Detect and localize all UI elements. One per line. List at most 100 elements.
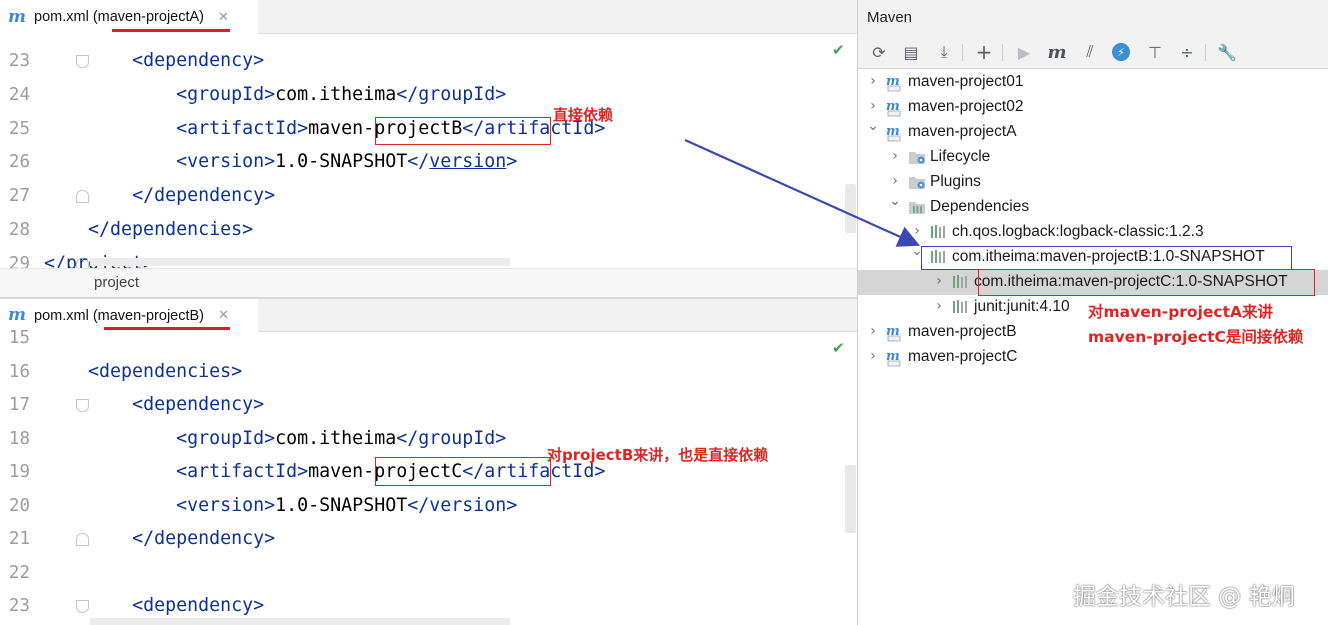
maven-title: Maven (867, 9, 913, 26)
editor-tab-bar: m pom.xml (maven-projectA) ✕ (0, 0, 857, 34)
maven-file-icon: m (8, 305, 26, 325)
horizontal-scrollbar[interactable] (90, 258, 510, 266)
maven-file-icon: m (8, 6, 26, 27)
xml-tag-token: <groupId> (176, 427, 276, 449)
code-line: <groupId>com.itheima</groupId> (44, 428, 506, 449)
chevron-right-icon[interactable]: › (866, 348, 880, 364)
xml-tag-token: <dependency> (132, 595, 265, 616)
editor-pane-project-b[interactable]: m pom.xml (maven-projectB) ✕ 15 16 <depen… (0, 299, 857, 625)
tree-node[interactable]: › ch.qos.logback:logback-classic:1.2.3 (858, 220, 1328, 245)
tree-node-label: Lifecycle (930, 148, 991, 165)
chevron-right-icon[interactable]: › (910, 223, 924, 239)
xml-tag-token: </ (407, 151, 430, 173)
close-tab-icon[interactable]: ✕ (218, 308, 229, 323)
maven-tool-window[interactable]: Maven ⟳ ▤ ⤓ + ▶ m ⫽ ⚡ ⊤ ÷ 🔧 › m maven-project01 › m mav… (857, 0, 1328, 625)
vertical-scrollbar[interactable] (845, 184, 856, 233)
chevron-right-icon[interactable]: › (932, 273, 946, 289)
inspection-ok-icon[interactable]: ✔ (832, 339, 845, 357)
reload-icon[interactable]: ⟳ (868, 41, 890, 63)
execute-goal-icon[interactable]: m (1046, 41, 1068, 63)
plus-icon[interactable]: + (973, 40, 995, 64)
xml-tag-token: version (429, 151, 507, 173)
chevron-right-icon[interactable]: › (932, 298, 946, 314)
tree-node[interactable]: › Lifecycle (858, 145, 1328, 170)
library-icon (952, 299, 968, 318)
maven-toolbar: ⟳ ▤ ⤓ + ▶ m ⫽ ⚡ ⊤ ÷ 🔧 (858, 35, 1328, 69)
maven-module-icon: m (886, 99, 902, 121)
maven-module-icon: m (886, 74, 902, 96)
inspection-ok-icon[interactable]: ✔ (832, 41, 845, 59)
highlight-box-project-c (375, 457, 551, 486)
line-number: 16 (8, 361, 30, 382)
chevron-right-icon[interactable]: › (888, 173, 902, 189)
run-icon[interactable]: ▶ (1013, 41, 1035, 63)
line-number: 15 (8, 328, 30, 348)
xml-tag-token: < (132, 50, 144, 71)
toolbar-separator (1205, 44, 1206, 61)
xml-tag-token: <groupId> (176, 83, 276, 105)
tree-node-label: ch.qos.logback:logback-classic:1.2.3 (952, 223, 1204, 240)
line-number: 27 (8, 186, 30, 207)
toolbar-separator (1002, 44, 1003, 61)
lifecycle-folder-icon (908, 149, 926, 169)
breadcrumb-item-project[interactable]: project (94, 274, 139, 291)
xml-tag-token: </dependencies> (88, 219, 254, 240)
line-number: 21 (8, 529, 30, 549)
annotation-direct-dependency: 直接依赖 (553, 106, 614, 124)
xml-tag-token: > (506, 151, 518, 173)
vertical-scrollbar[interactable] (845, 465, 856, 533)
chevron-down-icon[interactable]: ⌄ (866, 118, 880, 134)
horizontal-scrollbar[interactable] (90, 618, 510, 625)
chevron-right-icon[interactable]: › (866, 323, 880, 339)
toolbar-separator (962, 44, 963, 61)
text-token: com.itheima (275, 427, 397, 449)
annotation-indirect-line2: maven-projectC是间接依赖 (1088, 328, 1304, 346)
line-number: 23 (8, 596, 30, 616)
editor-tab-label: pom.xml (maven-projectA) (34, 9, 205, 25)
code-line: <dependency> (44, 50, 264, 71)
toggle-offline-icon[interactable]: ⫽ (1079, 41, 1101, 63)
tree-node[interactable]: › m maven-project02 (858, 95, 1328, 120)
breadcrumb[interactable]: project (0, 268, 857, 297)
tree-node[interactable]: ⌄ m maven-projectA (858, 118, 1328, 145)
line-number: 22 (8, 562, 30, 583)
xml-tag-token: <version> (176, 494, 276, 516)
code-line: <dependency> (44, 394, 264, 415)
line-number: 18 (8, 428, 30, 449)
xml-tag-token: <artifactId> (176, 461, 309, 482)
add-folder-icon[interactable]: ▤ (900, 41, 922, 63)
editor-pane-project-a[interactable]: m pom.xml (maven-projectA) ✕ 23 <depende… (0, 0, 857, 297)
show-diagram-icon[interactable]: ⊤ (1144, 41, 1166, 63)
maven-module-icon: m (886, 324, 902, 346)
tree-node[interactable]: › m maven-project01 (858, 70, 1328, 95)
download-icon[interactable]: ⤓ (933, 41, 955, 63)
tree-node-label: maven-projectA (908, 123, 1017, 140)
tree-node-label: Dependencies (930, 198, 1030, 215)
skip-tests-icon[interactable]: ⚡ (1112, 43, 1130, 61)
highlight-box-project-c-dependency (978, 269, 1315, 296)
chevron-down-icon[interactable]: ⌄ (888, 193, 902, 209)
text-token: 1.0-SNAPSHOT (275, 494, 408, 516)
tree-node[interactable]: ⌄ Dependencies (858, 193, 1328, 220)
maven-header: Maven (858, 0, 1328, 35)
chevron-right-icon[interactable]: › (888, 148, 902, 164)
tree-node-label: maven-projectC (908, 348, 1018, 365)
xml-tag-token: <dependencies> (88, 360, 243, 382)
chevron-right-icon[interactable]: › (866, 73, 880, 89)
annotation-underline (112, 29, 230, 32)
line-number: 26 (8, 152, 30, 173)
tree-node[interactable]: › Plugins (858, 170, 1328, 195)
xml-tag-token: > (253, 50, 265, 71)
collapse-all-icon[interactable]: ÷ (1176, 41, 1198, 63)
tree-node[interactable]: › m maven-projectC (858, 345, 1328, 370)
close-tab-icon[interactable]: ✕ (218, 10, 229, 25)
library-icon (930, 224, 946, 243)
dependencies-folder-icon (908, 199, 926, 219)
settings-wrench-icon[interactable]: 🔧 (1216, 41, 1238, 63)
text-token: 1.0-SNAPSHOT (275, 151, 408, 173)
chevron-right-icon[interactable]: › (866, 98, 880, 114)
